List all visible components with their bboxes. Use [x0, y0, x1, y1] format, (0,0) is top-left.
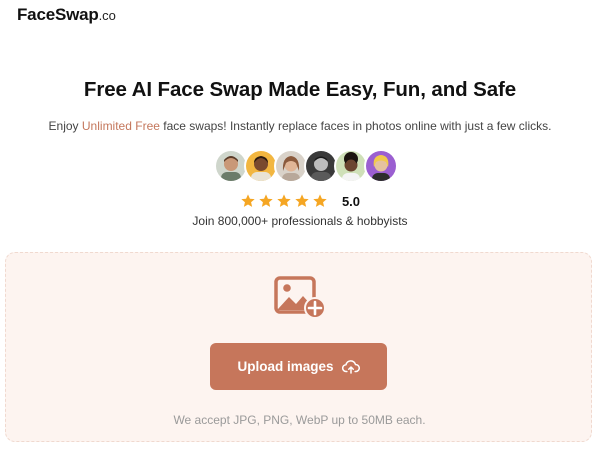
upload-images-button[interactable]: Upload images: [210, 343, 387, 390]
avatar: [244, 149, 278, 183]
subtitle-accent: Unlimited Free: [81, 119, 160, 133]
page: FaceSwap .co Free AI Face Swap Made Easy…: [0, 0, 600, 452]
site-logo[interactable]: FaceSwap .co: [17, 5, 116, 29]
page-title: Free AI Face Swap Made Easy, Fun, and Sa…: [83, 78, 517, 101]
star-icon: [259, 194, 273, 207]
rating-row: 5.0: [0, 193, 600, 209]
star-rating: [240, 193, 328, 209]
star-icon: [313, 194, 327, 207]
subtitle-post: face swaps! Instantly replace faces in p…: [159, 119, 552, 133]
avatar: [364, 149, 398, 183]
star-icon: [295, 194, 309, 207]
upload-dropzone[interactable]: Upload images We accept JPG, PNG, WebP u…: [5, 252, 592, 442]
subtitle-pre: Enjoy: [48, 119, 82, 133]
logo-main-text: FaceSwap: [17, 5, 99, 24]
cloud-upload-icon: [341, 359, 360, 374]
upload-button-label: Upload images: [237, 359, 334, 374]
logo-tld-text: .co: [98, 8, 116, 23]
star-icon: [277, 194, 291, 207]
avatar: [304, 149, 338, 183]
join-text: Join 800,000+ professionals & hobbyists: [192, 214, 408, 228]
star-icon: [241, 194, 255, 207]
avatar-group: [214, 149, 398, 183]
image-plus-icon: [274, 276, 326, 319]
rating-score: 5.0: [341, 193, 361, 209]
page-subtitle: Enjoy Unlimited Free face swaps! Instant…: [0, 119, 600, 133]
avatar: [334, 149, 368, 183]
avatar: [214, 149, 248, 183]
avatar: [274, 149, 308, 183]
accepted-formats-text: We accept JPG, PNG, WebP up to 50MB each…: [173, 413, 426, 427]
